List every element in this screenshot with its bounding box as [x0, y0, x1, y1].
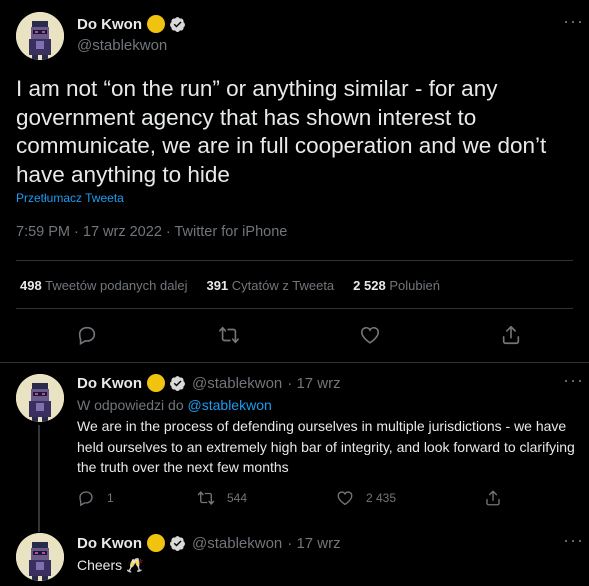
stat-label: Polubień — [389, 278, 440, 293]
tweet-stats: 498 Tweetów podanych dalej 391 Cytatów z… — [20, 278, 459, 293]
tweet-time[interactable]: · 17 wrz — [287, 535, 340, 552]
reply-icon — [79, 491, 93, 507]
reply-count: 1 — [107, 491, 114, 505]
reply-tweet[interactable]: Do Kwon @stablekwon · 17 wrz ··· W odpow… — [0, 363, 589, 523]
verified-badge-icon — [169, 375, 186, 392]
tweet-timestamp[interactable]: 7:59 PM · 17 wrz 2022 · Twitter for iPho… — [16, 224, 287, 240]
stat-count: 391 — [206, 278, 229, 293]
share-button[interactable] — [484, 489, 514, 507]
author-handle[interactable]: @stablekwon — [192, 535, 282, 552]
gold-badge-icon — [147, 534, 165, 552]
reply-button[interactable]: 1 — [77, 489, 114, 507]
thread-line — [38, 523, 40, 532]
author-name[interactable]: Do Kwon — [77, 16, 142, 33]
more-options-icon[interactable]: ··· — [563, 531, 584, 549]
verified-badge-icon — [169, 16, 186, 33]
tweet-text: We are in the process of defending ourse… — [77, 418, 575, 475]
tweet-text: I am not “on the run” or anything simila… — [16, 76, 547, 187]
thread-line — [38, 425, 40, 523]
more-options-icon[interactable]: ··· — [563, 12, 584, 30]
author-handle-row: @stablekwon — [77, 37, 167, 54]
avatar-image — [16, 374, 64, 422]
author-handle[interactable]: @stablekwon — [77, 37, 167, 54]
avatar[interactable] — [16, 533, 64, 581]
stat-likes[interactable]: 2 528 Polubień — [353, 278, 440, 293]
tweet-actions — [0, 324, 589, 348]
author-handle[interactable]: @stablekwon — [192, 375, 282, 392]
stat-quotes[interactable]: 391 Cytatów z Tweeta — [206, 278, 334, 293]
divider — [16, 308, 573, 309]
retweet-icon[interactable] — [218, 324, 240, 346]
translate-link[interactable]: Przetłumacz Tweeta — [16, 191, 124, 205]
author-name-row: Do Kwon @stablekwon · 17 wrz — [77, 534, 341, 552]
reply-tweet[interactable]: Do Kwon @stablekwon · 17 wrz ··· Cheers … — [0, 523, 589, 586]
verified-badge-icon — [169, 535, 186, 552]
retweet-button[interactable]: 544 — [197, 489, 247, 507]
stat-label: Cytatów z Tweeta — [231, 278, 335, 293]
gold-badge-icon — [147, 374, 165, 392]
like-count: 2 435 — [366, 491, 397, 505]
stat-count: 498 — [20, 278, 42, 293]
like-icon — [337, 491, 353, 506]
stat-retweets[interactable]: 498 Tweetów podanych dalej — [20, 278, 187, 293]
like-button[interactable]: 2 435 — [336, 489, 396, 507]
main-tweet: Do Kwon @stablekwon ··· I am not “on the… — [0, 0, 589, 363]
gold-badge-icon — [147, 15, 165, 33]
divider — [16, 260, 573, 261]
reply-icon[interactable] — [76, 324, 98, 346]
avatar-image — [16, 533, 64, 581]
reply-to-mention[interactable]: @stablekwon — [188, 397, 272, 413]
stat-count: 2 528 — [353, 278, 386, 293]
avatar[interactable] — [16, 12, 64, 60]
like-icon[interactable] — [359, 324, 381, 346]
author-name-row[interactable]: Do Kwon — [77, 15, 186, 33]
tweet-time[interactable]: · 17 wrz — [287, 375, 340, 392]
tweet-text: Cheers 🥂 — [77, 557, 144, 573]
share-icon — [486, 490, 500, 506]
retweet-icon — [197, 491, 215, 505]
retweet-count: 544 — [227, 491, 248, 505]
author-name[interactable]: Do Kwon — [77, 375, 142, 392]
stat-label: Tweetów podanych dalej — [45, 278, 188, 293]
author-name-row: Do Kwon @stablekwon · 17 wrz — [77, 374, 341, 392]
share-icon[interactable] — [500, 324, 522, 346]
avatar[interactable] — [16, 374, 64, 422]
more-options-icon[interactable]: ··· — [563, 371, 584, 389]
avatar-image — [16, 12, 64, 60]
reply-to-label: W odpowiedzi do — [77, 397, 184, 413]
author-name[interactable]: Do Kwon — [77, 535, 142, 552]
reply-to-line: W odpowiedzi do @stablekwon — [77, 397, 272, 413]
